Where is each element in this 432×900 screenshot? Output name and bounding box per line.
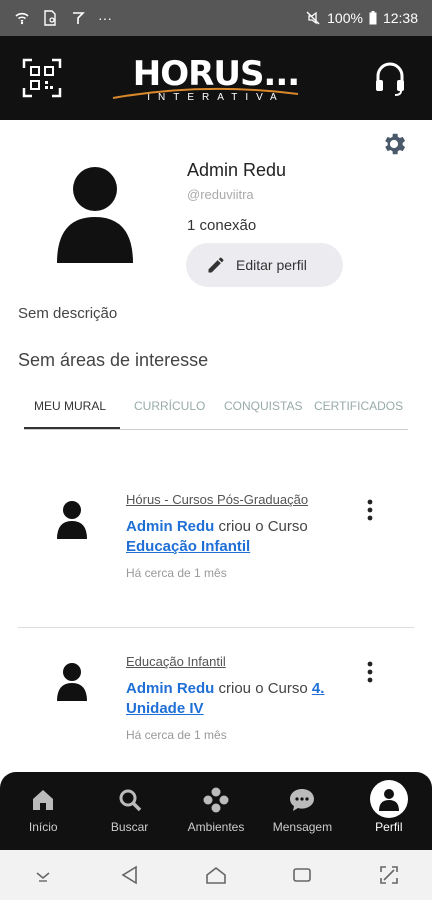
- tab-certificados[interactable]: CERTIFICADOS: [314, 390, 408, 429]
- nav-inicio[interactable]: Início: [0, 772, 86, 850]
- more-vert-icon[interactable]: [362, 660, 378, 684]
- nav-ambientes[interactable]: Ambientes: [173, 772, 259, 850]
- feed-post: Hórus - Cursos Pós-Graduação Admin Redu …: [18, 490, 414, 600]
- message-icon: [290, 789, 315, 811]
- clock: 12:38: [382, 10, 418, 26]
- post-text: Admin Redu criou o Curso 4. Unidade IV: [126, 679, 356, 719]
- tab-conquistas[interactable]: CONQUISTAS: [220, 390, 314, 429]
- signal-icon: [73, 12, 85, 24]
- nav-label: Buscar: [110, 820, 149, 834]
- battery-icon: [369, 11, 377, 25]
- battery-level: 100%: [327, 10, 363, 26]
- post-time: Há cerca de 1 mês: [126, 728, 227, 742]
- avatar: [57, 501, 87, 539]
- more-vert-icon[interactable]: [362, 498, 378, 522]
- post-course-link[interactable]: Educação Infantil: [126, 538, 250, 555]
- recent-apps-icon[interactable]: [290, 863, 314, 887]
- profile-tabs: MEU MURAL CURRÍCULO CONQUISTAS CERTIFICA…: [24, 390, 408, 430]
- nav-label: Ambientes: [187, 820, 245, 834]
- post-action: criou o Curso: [218, 680, 308, 697]
- feed-post: Educação Infantil Admin Redu criou o Cur…: [18, 652, 414, 762]
- chevron-down-icon[interactable]: [31, 863, 55, 887]
- fullscreen-icon[interactable]: [377, 863, 401, 887]
- connections-count[interactable]: 1 conexão: [187, 217, 256, 234]
- back-icon[interactable]: [118, 863, 142, 887]
- file-icon: [44, 10, 56, 26]
- home-icon: [33, 790, 54, 810]
- post-time: Há cerca de 1 mês: [126, 566, 227, 580]
- nav-label: Mensagem: [272, 820, 333, 834]
- feed-divider: [18, 627, 414, 628]
- person-icon: [378, 789, 399, 811]
- nav-label: Início: [28, 820, 58, 834]
- home-button-icon[interactable]: [204, 863, 228, 887]
- ambientes-icon: [203, 787, 229, 813]
- search-icon: [119, 789, 141, 812]
- profile-handle: @reduviitra: [187, 187, 254, 202]
- avatar: [57, 663, 87, 701]
- nav-buscar[interactable]: Buscar: [86, 772, 172, 850]
- qr-code-icon[interactable]: [22, 58, 62, 98]
- profile-interests: Sem áreas de interesse: [18, 350, 209, 370]
- active-indicator: [369, 780, 408, 818]
- post-source-link[interactable]: Educação Infantil: [126, 654, 226, 669]
- system-nav-bar: [0, 850, 432, 900]
- horus-logo: HORUS... INTERATIVA: [112, 54, 300, 103]
- tab-curriculo[interactable]: CURRÍCULO: [120, 390, 220, 429]
- pencil-icon: [208, 257, 224, 273]
- post-action: criou o Curso: [218, 518, 308, 535]
- edit-profile-label: Editar perfil: [236, 257, 307, 273]
- gear-icon[interactable]: [380, 130, 408, 158]
- status-bar: ··· 100% 12:38: [0, 0, 432, 36]
- post-text: Admin Redu criou o Curso Educação Infant…: [126, 517, 356, 557]
- avatar: [57, 167, 133, 263]
- nav-label: Perfil: [375, 820, 403, 834]
- nav-perfil[interactable]: Perfil: [346, 772, 432, 850]
- post-author-link[interactable]: Admin Redu: [126, 680, 214, 697]
- nav-mensagem[interactable]: Mensagem: [259, 772, 345, 850]
- logo-swoosh: [112, 87, 298, 99]
- wifi-icon: [15, 12, 29, 25]
- bottom-navigation: Início Buscar Ambientes Mensagem Perfil: [0, 772, 432, 850]
- mute-icon: [306, 11, 320, 25]
- headset-icon[interactable]: [370, 58, 410, 98]
- post-source-link[interactable]: Hórus - Cursos Pós-Graduação: [126, 492, 308, 507]
- post-author-link[interactable]: Admin Redu: [126, 518, 214, 535]
- profile-description: Sem descrição: [18, 305, 118, 322]
- tab-meu-mural[interactable]: MEU MURAL: [24, 390, 120, 429]
- profile-name: Admin Redu: [187, 160, 287, 180]
- app-header: HORUS... INTERATIVA: [0, 36, 432, 120]
- overflow-indicator: ···: [98, 10, 112, 26]
- edit-profile-button[interactable]: Editar perfil: [186, 243, 343, 287]
